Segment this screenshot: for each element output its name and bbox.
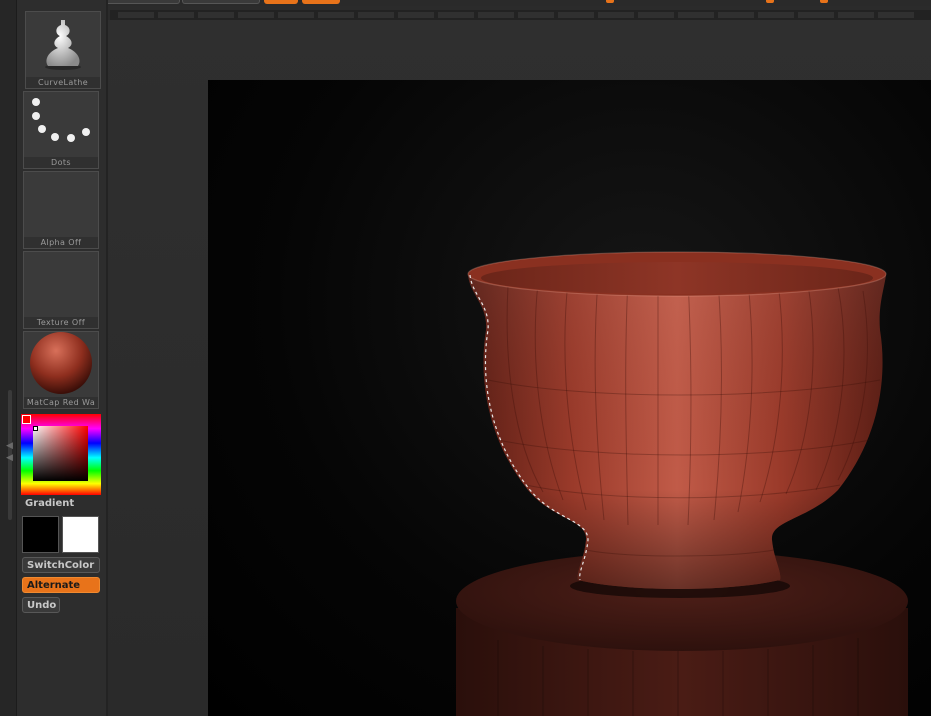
top-toolbar-toggle-1[interactable] [264, 0, 298, 4]
saturation-value-square[interactable] [33, 426, 88, 481]
top-toolbar-indicator-3[interactable] [820, 0, 828, 3]
lathe-vase-icon [45, 20, 81, 70]
dots-stroke-icon [32, 98, 90, 142]
canvas-viewport[interactable] [208, 80, 931, 716]
alternate-button[interactable]: Alternate [22, 577, 100, 593]
brush-selector[interactable]: CurveLathe [25, 11, 101, 89]
tray-collapse-arrow-icon-2[interactable]: ◀ [6, 454, 13, 463]
undo-button[interactable]: Undo [22, 597, 60, 613]
tray-collapse-arrow-icon[interactable]: ◀ [6, 442, 13, 451]
color-picker[interactable] [21, 414, 101, 495]
hue-selector[interactable] [22, 415, 31, 424]
stroke-selector[interactable]: Dots [23, 91, 99, 169]
top-toolbar [0, 0, 931, 6]
gradient-label[interactable]: Gradient [25, 498, 74, 509]
stroke-label: Dots [24, 157, 98, 168]
brush-label: CurveLathe [26, 77, 100, 88]
texture-preview [24, 252, 98, 317]
main-color-swatch[interactable] [22, 516, 59, 553]
texture-label: Texture Off [24, 317, 98, 328]
secondary-color-swatch[interactable] [62, 516, 99, 553]
top-toolbar-toggle-2[interactable] [302, 0, 340, 4]
left-tray-edge: ◀ ◀ [0, 0, 17, 716]
alpha-label: Alpha Off [24, 237, 98, 248]
texture-selector[interactable]: Texture Off [23, 251, 99, 329]
model-render [456, 251, 908, 716]
alpha-preview [24, 172, 98, 237]
top-toolbar-indicator-2[interactable] [766, 0, 774, 3]
alpha-selector[interactable]: Alpha Off [23, 171, 99, 249]
color-selector-handle[interactable] [33, 426, 38, 431]
top-toolbar-button-2[interactable] [102, 0, 180, 4]
top-toolbar-indicator-1[interactable] [606, 0, 614, 3]
horizontal-ruler [110, 10, 931, 20]
material-label: MatCap Red Wa [24, 397, 98, 408]
material-selector[interactable]: MatCap Red Wa [23, 331, 99, 409]
switch-color-button[interactable]: SwitchColor [22, 557, 100, 573]
top-toolbar-button-3[interactable] [182, 0, 260, 4]
matcap-sphere-icon [30, 332, 92, 394]
